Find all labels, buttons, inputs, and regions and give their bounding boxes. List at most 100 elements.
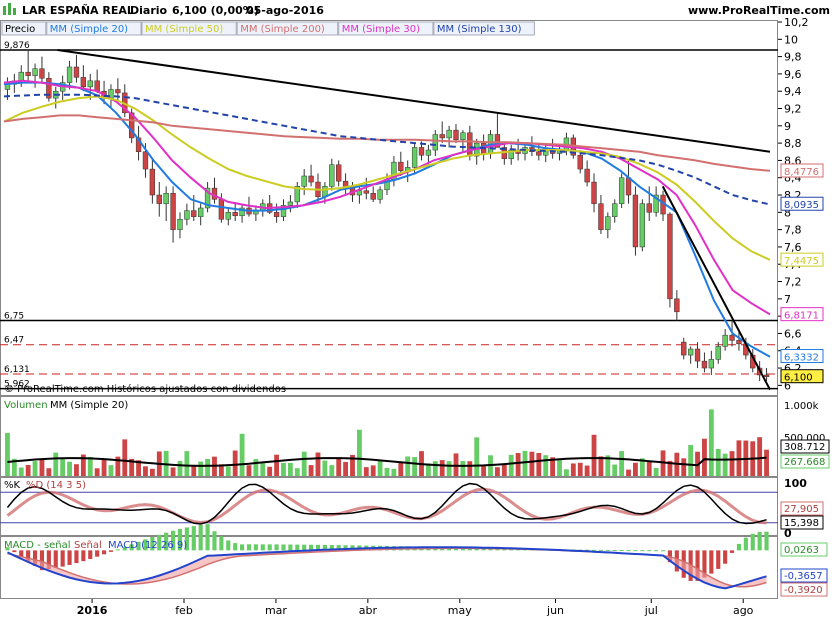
candle-body-3 <box>25 71 31 76</box>
price-tick-label-15: 7,2 <box>784 276 802 289</box>
macd-hist-bar-32 <box>226 540 231 551</box>
candle-body-39 <box>273 212 280 217</box>
volume-bar-28 <box>198 461 204 476</box>
price-legend-5: MM (Simple 130) <box>437 24 522 35</box>
volume-bar-59 <box>412 457 418 476</box>
price-tick-label-6: 9 <box>784 120 791 133</box>
volume-bar-73 <box>508 454 514 476</box>
candle-body-25 <box>177 218 183 230</box>
volume-bar-52 <box>363 467 369 476</box>
volume-bar-42 <box>294 468 300 476</box>
candle-body-59 <box>411 147 418 168</box>
volume-bar-101 <box>702 438 707 476</box>
candle-body-13 <box>94 80 100 92</box>
level-label-1: 6,75 <box>4 311 24 321</box>
macd-hist-bar-43 <box>302 544 307 551</box>
macd-hist-bar-91 <box>633 550 638 552</box>
candle-body-10 <box>73 66 80 78</box>
x-tick-label-4: may <box>448 604 472 617</box>
copyright-label: © ProRealTime.com Históricos ajustados c… <box>4 383 286 395</box>
volume-bar-109 <box>757 437 763 476</box>
macd-hist-bar-27 <box>191 526 196 551</box>
volume-bar-83 <box>577 462 583 476</box>
x-tick-label-2: mar <box>265 604 287 617</box>
price-tick-label-7: 8,8 <box>784 137 802 150</box>
candle-body-89 <box>618 177 625 204</box>
macd-hist-bar-31 <box>219 536 224 551</box>
candle-body-91 <box>632 194 639 248</box>
macd-hist-bar-37 <box>260 544 265 551</box>
macd-hist-bar-39 <box>274 544 279 551</box>
candle-body-44 <box>308 175 314 183</box>
volume-bar-103 <box>715 449 721 476</box>
candle-body-23 <box>163 193 169 204</box>
candle-body-31 <box>218 199 225 220</box>
candle-body-63 <box>439 134 445 139</box>
candle-body-60 <box>418 147 425 156</box>
macd-hist-label: 0,0263 <box>784 545 819 556</box>
candle-body-54 <box>377 189 383 200</box>
price-tick-label-5: 9,2 <box>784 103 802 116</box>
macd-hist-bar-9 <box>67 550 72 565</box>
candle-body-21 <box>149 168 156 196</box>
candle-body-93 <box>646 203 652 213</box>
macd-hist-bar-40 <box>281 544 286 551</box>
candle-body-53 <box>370 193 376 200</box>
candle-body-64 <box>446 129 452 139</box>
price-legend-1: MM (Simple 20) <box>50 24 128 35</box>
volume-bar-41 <box>287 462 293 476</box>
macd-hist-bar-108 <box>750 533 755 551</box>
macd-hist-bar-11 <box>81 550 86 562</box>
chart-date: 05-ago-2016 <box>246 4 324 17</box>
volume-bar-5 <box>39 459 45 476</box>
candle-body-101 <box>701 360 708 369</box>
volume-bar-6 <box>46 468 52 476</box>
macd-hist-bar-7 <box>53 550 58 568</box>
volume-bar-66 <box>460 460 466 476</box>
candle-body-100 <box>694 348 701 362</box>
macd-hist-bar-14 <box>101 550 107 555</box>
price-tick-label-16: 7 <box>784 293 791 306</box>
stoch-tick-100: 100 <box>784 477 807 490</box>
stoch-legend-0: %K <box>4 480 21 491</box>
macd-hist-bar-90 <box>626 550 631 552</box>
volume-bar-40 <box>281 462 286 476</box>
macd-hist-bar-87 <box>605 549 610 551</box>
candle-body-102 <box>708 359 715 369</box>
candle-body-97 <box>674 298 680 313</box>
candle-body-105 <box>729 334 735 341</box>
candle-body-16 <box>115 89 121 94</box>
volume-bar-78 <box>543 455 549 476</box>
ma-value-label-3: 6,8171 <box>784 311 819 322</box>
volume-bar-44 <box>308 465 314 476</box>
macd-hist-bar-42 <box>295 544 300 551</box>
volume-bar-13 <box>94 468 100 476</box>
macd-hist-bar-33 <box>233 543 238 551</box>
candle-body-65 <box>453 129 459 140</box>
volume-bar-27 <box>191 466 197 476</box>
price-tick-label-1: 10 <box>784 33 798 46</box>
volume-bar-38 <box>267 466 273 476</box>
volume-bar-10 <box>74 464 79 476</box>
volume-bar-106 <box>736 440 742 476</box>
candle-body-96 <box>667 213 673 300</box>
volume-bar-21 <box>149 468 155 476</box>
price-legend-2: MM (Simple 50) <box>145 24 223 35</box>
volume-bar-46 <box>322 460 328 476</box>
x-tick-label-5: jun <box>546 604 564 617</box>
volume-bar-4 <box>32 461 38 476</box>
stoch-legend-1: %D (14 3 5) <box>26 480 86 491</box>
volume-bar-9 <box>67 461 72 476</box>
candle-body-88 <box>612 203 618 217</box>
volume-bar-33 <box>232 450 238 476</box>
price-legend-3: MM (Simple 200) <box>240 24 325 35</box>
macd-hist-bar-106 <box>736 543 742 551</box>
x-tick-label-1: feb <box>175 604 193 617</box>
macd-hist-bar-93 <box>647 550 652 552</box>
candle-body-103 <box>715 346 721 360</box>
volume-bar-15 <box>108 465 114 476</box>
volume-bar-105 <box>729 451 735 476</box>
volume-bar-43 <box>301 451 307 476</box>
macd-legend-1: Señal <box>74 540 102 551</box>
x-tick-label-3: abr <box>359 604 378 617</box>
